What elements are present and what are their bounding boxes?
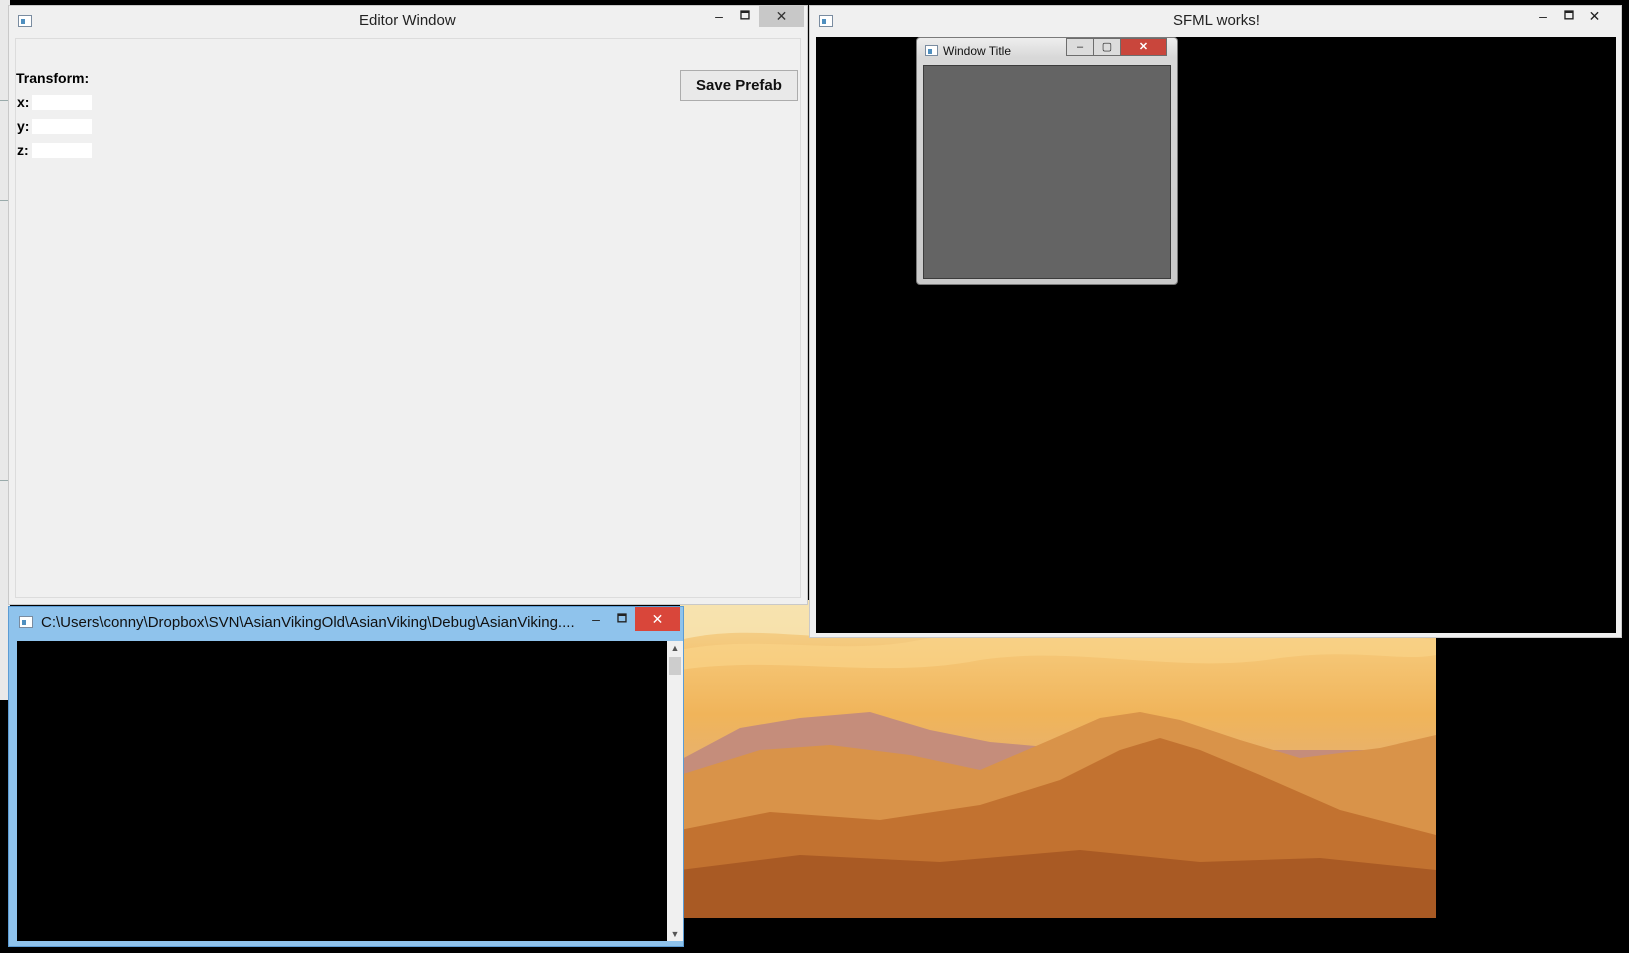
editor-window: Editor Window – 🗖 ✕ Transform: x: y: z: … xyxy=(8,5,808,605)
scroll-down-arrow-icon[interactable]: ▼ xyxy=(667,927,683,941)
console-window-title: C:\Users\conny\Dropbox\SVN\AsianVikingOl… xyxy=(41,614,575,631)
x-field-label: x: xyxy=(17,94,30,110)
console-output[interactable] xyxy=(17,641,667,941)
sfml-window-titlebar[interactable]: SFML works! – 🗖 ✕ xyxy=(810,6,1621,36)
desktop-wallpaper xyxy=(680,600,1436,918)
maximize-button[interactable]: ▢ xyxy=(1093,38,1121,56)
console-icon xyxy=(19,616,33,628)
transform-label: Transform: xyxy=(16,70,90,86)
background-window-divider xyxy=(0,200,8,201)
mountain-landscape-image xyxy=(680,600,1436,918)
app-icon xyxy=(819,15,833,27)
console-window: C:\Users\conny\Dropbox\SVN\AsianVikingOl… xyxy=(8,606,684,947)
minimize-button[interactable]: – xyxy=(706,6,732,27)
background-window-divider xyxy=(0,480,8,481)
y-field-label: y: xyxy=(17,118,30,134)
close-button[interactable]: ✕ xyxy=(1572,6,1617,27)
inner-window-title: Window Title xyxy=(943,44,1012,58)
app-icon xyxy=(925,45,938,56)
minimize-button[interactable]: – xyxy=(1066,38,1094,56)
sfml-window-title: SFML works! xyxy=(1173,12,1260,29)
minimize-button[interactable]: – xyxy=(1530,6,1556,27)
scroll-up-arrow-icon[interactable]: ▲ xyxy=(667,641,683,655)
y-input[interactable] xyxy=(32,119,92,134)
inner-window[interactable]: Window Title – ▢ ✕ xyxy=(916,37,1178,285)
console-window-titlebar[interactable]: C:\Users\conny\Dropbox\SVN\AsianVikingOl… xyxy=(9,607,683,637)
vertical-scrollbar[interactable]: ▲ ▼ xyxy=(667,641,683,941)
background-window-divider xyxy=(0,100,8,101)
close-button[interactable]: ✕ xyxy=(759,6,804,27)
app-icon xyxy=(18,15,32,27)
z-input[interactable] xyxy=(32,143,92,158)
scrollbar-thumb[interactable] xyxy=(669,657,681,675)
close-button[interactable]: ✕ xyxy=(1120,38,1167,56)
maximize-button[interactable]: 🗖 xyxy=(732,6,758,27)
x-input[interactable] xyxy=(32,95,92,110)
minimize-button[interactable]: – xyxy=(583,609,609,630)
z-field-label: z: xyxy=(17,142,29,158)
editor-window-titlebar[interactable]: Editor Window – 🗖 ✕ xyxy=(9,6,807,36)
inner-window-client xyxy=(923,65,1171,279)
save-prefab-button[interactable]: Save Prefab xyxy=(680,70,798,101)
close-button[interactable]: ✕ xyxy=(635,607,680,631)
editor-window-title: Editor Window xyxy=(359,12,456,29)
editor-window-client: Transform: x: y: z: Save Prefab xyxy=(15,38,801,598)
maximize-button[interactable]: 🗖 xyxy=(609,609,635,630)
